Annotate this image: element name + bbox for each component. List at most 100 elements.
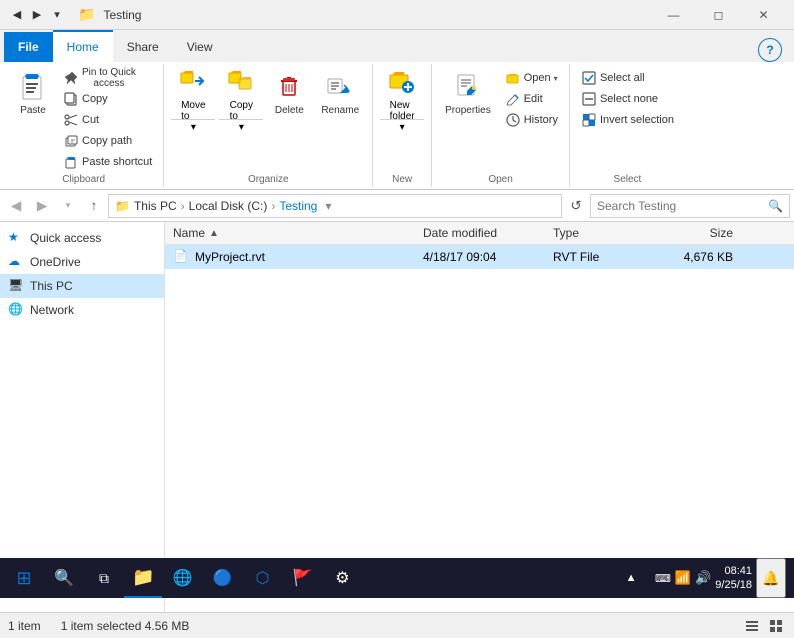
nav-item-onedrive[interactable]: ☁ OneDrive bbox=[0, 250, 164, 274]
tab-home[interactable]: Home bbox=[53, 30, 113, 62]
tray-sound[interactable]: 🔊 bbox=[695, 570, 711, 586]
taskbar-app-explorer[interactable]: 📁 bbox=[124, 558, 162, 598]
up-button[interactable]: ↑ bbox=[82, 194, 106, 218]
select-small-buttons: Select all Select none bbox=[576, 66, 679, 130]
delete-icon bbox=[273, 71, 305, 103]
new-folder-dropdown[interactable]: ▾ bbox=[380, 119, 424, 135]
open-button[interactable]: Open ▾ bbox=[500, 68, 563, 88]
table-row[interactable]: 📄 MyProject.rvt 4/18/17 09:04 RVT File 4… bbox=[165, 245, 794, 269]
details-view-button[interactable] bbox=[742, 616, 762, 636]
file-name: MyProject.rvt bbox=[195, 250, 265, 264]
delete-label: Delete bbox=[275, 105, 304, 116]
qat-dropdown[interactable]: ▾ bbox=[48, 6, 66, 24]
edit-label: Edit bbox=[524, 93, 543, 105]
col-header-type[interactable]: Type bbox=[553, 226, 653, 240]
nav-item-quick-access[interactable]: ★ Quick access bbox=[0, 226, 164, 250]
qat-forward[interactable]: ▶ bbox=[28, 6, 46, 24]
edit-button[interactable]: Edit bbox=[500, 89, 563, 109]
properties-button[interactable]: Properties bbox=[438, 66, 498, 134]
qat-back[interactable]: ◀ bbox=[8, 6, 26, 24]
file-type: RVT File bbox=[553, 250, 599, 264]
file-type-cell: RVT File bbox=[553, 250, 653, 264]
taskbar-app-more2[interactable]: ⚙ bbox=[322, 558, 362, 598]
tray-keyboard[interactable]: ⌨ bbox=[655, 572, 671, 585]
cut-button[interactable]: Cut bbox=[58, 110, 157, 130]
move-to-button[interactable]: Moveto bbox=[171, 67, 215, 119]
nav-label-quick-access: Quick access bbox=[30, 231, 101, 245]
taskbar-app-vscode[interactable]: ⬡ bbox=[242, 558, 282, 598]
tab-view[interactable]: View bbox=[173, 32, 227, 62]
taskbar-app-edge[interactable]: 🌐 bbox=[162, 558, 202, 598]
search-input[interactable] bbox=[597, 199, 768, 213]
paste-button[interactable]: Paste bbox=[10, 66, 56, 134]
copy-path-button[interactable]: Copy path bbox=[58, 131, 157, 151]
copy-button[interactable]: Copy bbox=[58, 89, 157, 109]
properties-icon bbox=[452, 71, 484, 103]
new-items: Newfolder ▾ bbox=[379, 66, 425, 172]
col-header-date[interactable]: Date modified bbox=[423, 226, 553, 240]
taskbar-search[interactable]: 🔍 bbox=[44, 558, 84, 598]
copy-path-label: Copy path bbox=[82, 135, 132, 147]
open-group-label: Open bbox=[488, 172, 512, 185]
select-group-label: Select bbox=[614, 172, 642, 185]
forward-button[interactable]: ▶ bbox=[30, 194, 54, 218]
close-button[interactable]: ✕ bbox=[741, 0, 786, 30]
item-count: 1 item bbox=[8, 619, 41, 633]
history-button[interactable]: History bbox=[500, 110, 563, 130]
pin-quick-access-label: Pin to Quickaccess bbox=[82, 67, 136, 89]
maximize-button[interactable]: ◻ bbox=[696, 0, 741, 30]
back-button[interactable]: ◀ bbox=[4, 194, 28, 218]
address-bar: ◀ ▶ ▾ ↑ 📁 This PC › Local Disk (C:) › Te… bbox=[0, 190, 794, 222]
minimize-button[interactable]: — bbox=[651, 0, 696, 30]
selected-info: 1 item selected 4.56 MB bbox=[61, 619, 742, 633]
open-icon bbox=[505, 70, 521, 86]
clock[interactable]: 08:41 9/25/18 bbox=[715, 564, 752, 593]
new-folder-icon bbox=[386, 66, 418, 100]
taskbar-tray: ▲ ⌨ 📶 🔊 08:41 9/25/18 🔔 bbox=[611, 558, 790, 598]
delete-button[interactable]: Delete bbox=[266, 66, 312, 134]
tab-file[interactable]: File bbox=[4, 32, 53, 62]
start-button[interactable]: ⊞ bbox=[4, 558, 44, 598]
address-path[interactable]: 📁 This PC › Local Disk (C:) › Testing ▾ bbox=[108, 194, 562, 218]
window-title: Testing bbox=[103, 8, 141, 22]
recent-locations-button[interactable]: ▾ bbox=[56, 194, 80, 218]
move-to-split: Moveto ▾ bbox=[170, 66, 216, 136]
select-all-button[interactable]: Select all bbox=[576, 68, 679, 88]
taskbar-app-chrome[interactable]: 🔵 bbox=[202, 558, 242, 598]
col-header-name[interactable]: Name ▲ bbox=[173, 226, 423, 240]
search-box[interactable]: 🔍 bbox=[590, 194, 790, 218]
clipboard-items: Paste Pin to Quickaccess bbox=[10, 66, 157, 172]
path-sep-1: › bbox=[181, 199, 185, 213]
onedrive-icon: ☁ bbox=[8, 254, 24, 270]
select-none-button[interactable]: Select none bbox=[576, 89, 679, 109]
col-header-size[interactable]: Size bbox=[653, 226, 733, 240]
tray-network[interactable]: 📶 bbox=[675, 570, 691, 586]
rename-button[interactable]: Rename bbox=[314, 66, 366, 134]
copy-icon bbox=[63, 91, 79, 107]
copy-to-dropdown[interactable]: ▾ bbox=[219, 119, 263, 135]
help-button[interactable]: ? bbox=[758, 38, 782, 62]
ribbon-group-select: Select all Select none bbox=[570, 64, 685, 187]
notification-button[interactable]: 🔔 bbox=[756, 558, 786, 598]
edit-icon bbox=[505, 91, 521, 107]
select-all-icon bbox=[581, 70, 597, 86]
paste-shortcut-button[interactable]: Paste shortcut bbox=[58, 152, 157, 172]
tray-show-hidden[interactable]: ▲ bbox=[611, 558, 651, 598]
paste-label: Paste bbox=[20, 105, 46, 116]
pin-quick-access-button[interactable]: Pin to Quickaccess bbox=[58, 68, 157, 88]
copy-to-button[interactable]: Copyto bbox=[219, 67, 263, 119]
nav-pane: ★ Quick access ☁ OneDrive 🖥 This PC 🌐 Ne… bbox=[0, 222, 165, 612]
large-icons-view-button[interactable] bbox=[766, 616, 786, 636]
move-to-dropdown[interactable]: ▾ bbox=[171, 119, 215, 135]
paste-shortcut-icon bbox=[63, 154, 79, 170]
select-none-icon bbox=[581, 91, 597, 107]
nav-item-this-pc[interactable]: 🖥 This PC bbox=[0, 274, 164, 298]
nav-item-network[interactable]: 🌐 Network bbox=[0, 298, 164, 322]
taskbar-app-more1[interactable]: 🚩 bbox=[282, 558, 322, 598]
open-items: Properties Open ▾ bbox=[438, 66, 563, 172]
tab-share[interactable]: Share bbox=[113, 32, 173, 62]
taskbar-task-view[interactable]: ⧉ bbox=[84, 558, 124, 598]
invert-selection-button[interactable]: Invert selection bbox=[576, 110, 679, 130]
new-folder-button[interactable]: Newfolder bbox=[380, 67, 424, 119]
refresh-button[interactable]: ↺ bbox=[564, 194, 588, 218]
